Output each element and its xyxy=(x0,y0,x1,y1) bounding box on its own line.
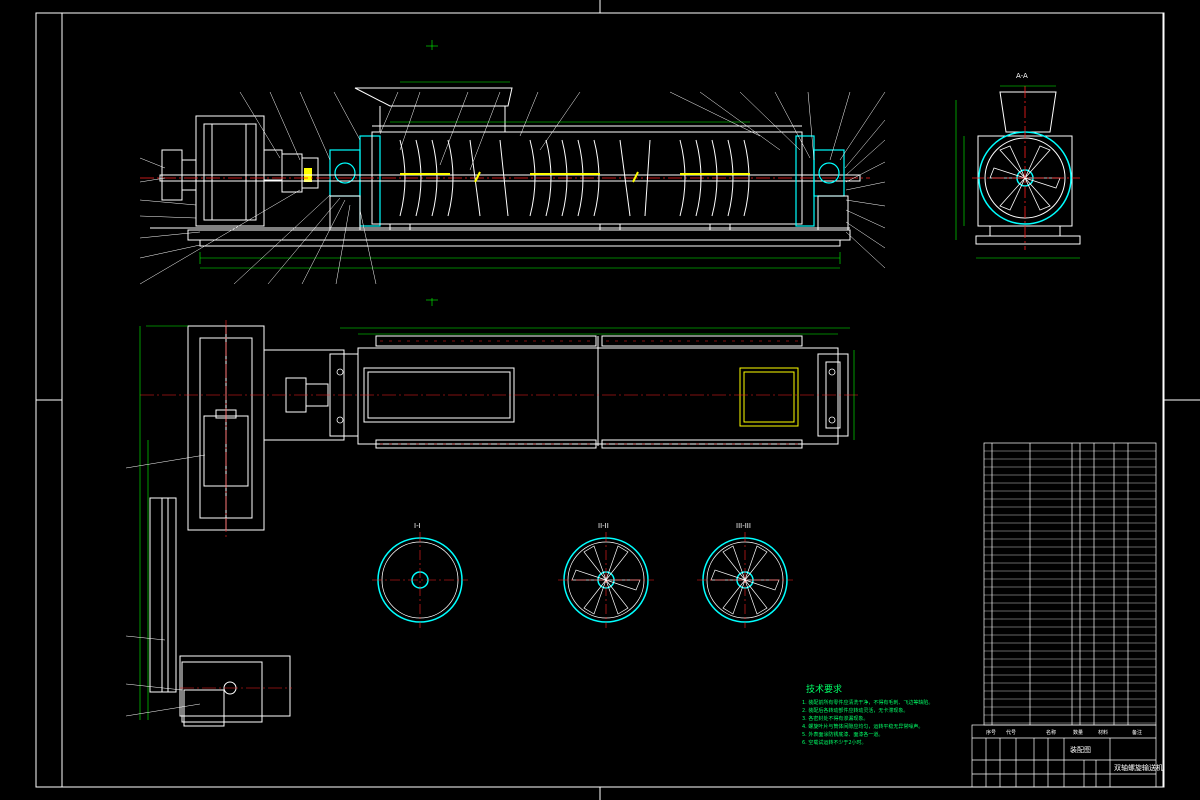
section-label-3: III-III xyxy=(736,522,751,530)
tech-requirements-title: 技术要求 xyxy=(806,683,842,695)
tech-requirement-line: 4. 螺旋叶片与筒体间隙应均匀，运转平稳无异常噪声。 xyxy=(802,723,923,730)
section-2 xyxy=(558,532,654,628)
section-label-2: II-II xyxy=(598,522,609,530)
bom-header-cell: 备注 xyxy=(1132,729,1142,736)
section-label-1: I-I xyxy=(414,522,421,530)
tech-requirement-line: 2. 装配后各转动部件应转动灵活，无卡滞现象。 xyxy=(802,707,908,714)
drawing-frame xyxy=(35,0,1200,800)
bom-header-cell: 数量 xyxy=(1073,729,1083,736)
section-labels: I-I II-II III-III A-A xyxy=(414,72,1028,530)
tech-requirements: 技术要求 1. 装配前所有零件应清洗干净，不得有毛刺、飞边等缺陷。2. 装配后各… xyxy=(802,683,933,746)
tech-requirement-line: 5. 外表面涂防锈底漆、面漆各一道。 xyxy=(802,731,883,738)
tech-requirement-line: 3. 各密封处不得有渗漏现象。 xyxy=(802,715,868,722)
tech-requirement-line: 6. 空载试运转不少于2小时。 xyxy=(802,739,867,746)
section-3 xyxy=(697,532,793,628)
bom-header-cell: 代号 xyxy=(1006,729,1016,736)
front-section-view xyxy=(139,40,886,306)
bom-row-lines xyxy=(984,450,1156,724)
drawing-company: 装配图 xyxy=(1070,745,1091,754)
bom-headers: 序号 代号 名称 数量 材料 备注 xyxy=(986,729,1142,736)
view-label-a: A-A xyxy=(1016,72,1028,80)
section-views xyxy=(372,532,793,628)
drawing-name: 双轴螺旋输送机 xyxy=(1114,763,1163,772)
bill-of-materials xyxy=(971,442,1157,788)
section-1 xyxy=(372,532,468,628)
bom-header-cell: 名称 xyxy=(1046,729,1056,736)
cad-drawing-canvas: 技术要求 1. 装配前所有零件应清洗干净，不得有毛刺、飞边等缺陷。2. 装配后各… xyxy=(35,0,1200,800)
tech-requirement-line: 1. 装配前所有零件应清洗干净，不得有毛刺、飞边等缺陷。 xyxy=(802,699,933,706)
side-end-view xyxy=(955,85,1081,259)
bom-header-cell: 序号 xyxy=(986,729,996,736)
tech-requirements-lines: 1. 装配前所有零件应清洗干净，不得有毛刺、飞边等缺陷。2. 装配后各转动部件应… xyxy=(802,699,933,746)
bom-header-cell: 材料 xyxy=(1098,729,1108,736)
